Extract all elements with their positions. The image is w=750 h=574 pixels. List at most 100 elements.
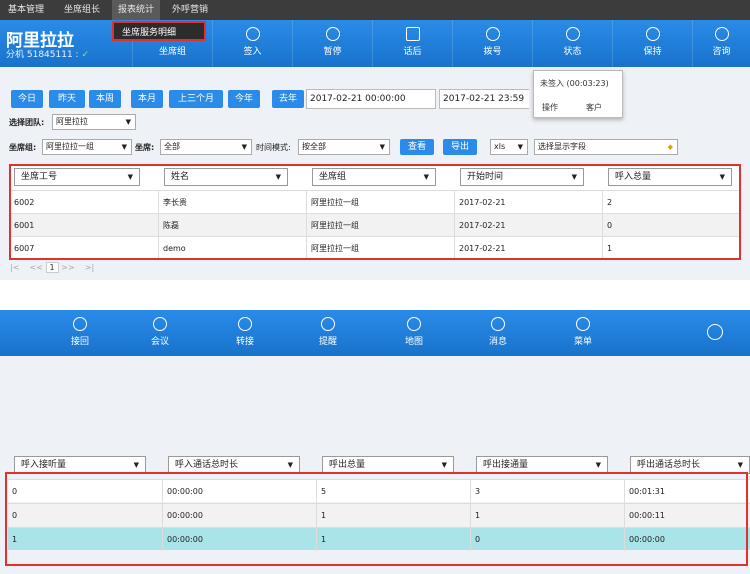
nav-label: 签入: [243, 47, 262, 57]
signin-state: 未签入 (00:03:23): [540, 79, 609, 88]
end-time-input[interactable]: 2017-02-21 23:59: [439, 89, 529, 109]
nav-label: 状态: [563, 47, 582, 57]
nav-conference[interactable]: 会议: [120, 310, 200, 356]
chevron-down-icon: ▼: [241, 143, 247, 151]
pager-first-button[interactable]: |<: [10, 263, 19, 272]
start-time-input[interactable]: 2017-02-21 00:00:00: [306, 89, 436, 109]
agent-label: 坐席:: [135, 143, 155, 152]
pager-last-button[interactable]: >|: [85, 263, 94, 272]
nav-label: 地图: [404, 337, 423, 347]
quick-this-week-button[interactable]: 本周: [89, 90, 121, 108]
display-fields-select[interactable]: 选择显示字段 ◆: [534, 139, 678, 155]
popup-action-operate[interactable]: 操作: [542, 102, 558, 113]
message-icon: [491, 317, 505, 331]
section-gap: [0, 280, 750, 310]
chevron-down-icon: ◆: [667, 143, 673, 151]
chevron-down-icon: ▼: [287, 461, 293, 469]
group-label: 坐席组:: [9, 143, 37, 152]
chevron-down-icon: ▼: [121, 143, 127, 151]
header-label: 呼出总量: [329, 460, 366, 470]
nav-callback[interactable]: 接回: [40, 310, 120, 356]
hold-icon: [645, 27, 660, 41]
nav-label: 保持: [643, 47, 662, 57]
nav-menu[interactable]: 菜单: [543, 310, 623, 356]
nav-label: 话后: [403, 47, 422, 57]
agent-select-value: 全部: [164, 142, 180, 151]
quick-yesterday-button[interactable]: 昨天: [49, 90, 85, 108]
chevron-down-icon: ▼: [595, 461, 601, 469]
format-select-value: xls: [494, 142, 506, 151]
nav-hold[interactable]: 保持: [612, 20, 692, 67]
quick-last-year-button[interactable]: 去年: [272, 90, 304, 108]
header-label: 呼出接通量: [483, 460, 529, 470]
menu-reports[interactable]: 报表统计: [112, 0, 161, 20]
nav-label: 暂停: [323, 47, 342, 57]
nav-label: 菜单: [573, 337, 592, 347]
nav-after-call[interactable]: 话后: [372, 20, 452, 67]
pause-icon: [325, 27, 340, 41]
nav-dial[interactable]: 拨号: [452, 20, 532, 67]
chevron-down-icon: ▼: [517, 143, 523, 151]
transfer-icon: [238, 317, 252, 331]
timemode-select[interactable]: 按全部 ▼: [298, 139, 390, 155]
chevron-down-icon: ▼: [441, 461, 447, 469]
phone-icon: [485, 27, 500, 41]
team-select[interactable]: 阿里拉拉 ▼: [52, 114, 136, 130]
status-popup: 未签入 (00:03:23) 操作 客户: [533, 70, 623, 118]
chevron-down-icon: ▼: [133, 461, 139, 469]
export-button[interactable]: 导出: [443, 139, 477, 155]
nav-label: 坐席组: [158, 47, 186, 57]
pager-next-button[interactable]: >>: [61, 263, 74, 272]
nav-status[interactable]: 状态: [532, 20, 612, 67]
quick-this-year-button[interactable]: 今年: [228, 90, 260, 108]
nav-map[interactable]: 地图: [374, 310, 454, 356]
nav-reminder[interactable]: 提醒: [288, 310, 368, 356]
team-select-value: 阿里拉拉: [56, 117, 88, 126]
nav-label: 转接: [235, 337, 254, 347]
search-button[interactable]: 查看: [400, 139, 434, 155]
quick-last-three-months-button[interactable]: 上三个月: [169, 90, 223, 108]
chat-icon: [714, 27, 729, 41]
info-icon: [565, 27, 580, 41]
timemode-select-value: 按全部: [302, 142, 326, 151]
power-button[interactable]: [680, 310, 750, 356]
nav-consult[interactable]: 咨询: [692, 20, 750, 67]
format-select[interactable]: xls ▼: [490, 139, 528, 155]
pagination: |< << 1 >> >|: [10, 262, 210, 276]
pager-current-page[interactable]: 1: [45, 262, 59, 273]
alarm-icon: [321, 317, 335, 331]
quick-today-button[interactable]: 今日: [11, 90, 43, 108]
user-icon: [245, 27, 260, 41]
chevron-down-icon: ▼: [737, 461, 743, 469]
extension-status: 分机 51845111 : ✓: [6, 47, 89, 60]
nav-label: 拨号: [483, 47, 502, 57]
nav-label: 消息: [488, 337, 507, 347]
nav-label: 会议: [150, 337, 169, 347]
highlight-box-bottom: [5, 472, 748, 566]
header-label: 呼出通话总时长: [637, 460, 701, 470]
chevron-down-icon: ▼: [125, 118, 131, 126]
menu-outbound-marketing[interactable]: 外呼营销: [172, 0, 208, 20]
agent-select[interactable]: 全部 ▼: [160, 139, 252, 155]
group-select[interactable]: 阿里拉拉一组 ▼: [42, 139, 132, 155]
check-icon: ✓: [81, 50, 89, 60]
chevron-down-icon: ▼: [379, 143, 385, 151]
highlight-box-top: [9, 164, 741, 260]
nav-label: 接回: [70, 337, 89, 347]
nav-transfer[interactable]: 转接: [205, 310, 285, 356]
nav-messages[interactable]: 消息: [458, 310, 538, 356]
power-icon: [707, 324, 723, 340]
group-select-value: 阿里拉拉一组: [46, 142, 94, 151]
pager-prev-button[interactable]: <<: [30, 263, 43, 272]
menu-basic-management[interactable]: 基本管理: [8, 0, 44, 20]
quick-this-month-button[interactable]: 本月: [131, 90, 163, 108]
nav-pause[interactable]: 暂停: [292, 20, 372, 67]
popup-action-customer[interactable]: 客户: [586, 102, 602, 113]
map-icon: [407, 317, 421, 331]
menu-dropdown-agent-service-detail[interactable]: 坐席服务明细: [112, 21, 206, 41]
header-label: 呼入通话总时长: [175, 460, 239, 470]
team-label: 选择团队:: [9, 118, 45, 127]
menu-team-leader[interactable]: 坐席组长: [64, 0, 100, 20]
nav-sign-in[interactable]: 签入: [212, 20, 292, 67]
display-fields-value: 选择显示字段: [538, 142, 586, 151]
